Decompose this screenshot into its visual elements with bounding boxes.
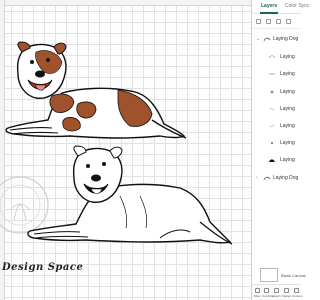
layer-thumbnail-icon <box>270 90 274 94</box>
contour-icon <box>293 288 299 293</box>
colored-dog-patch-side <box>76 101 97 119</box>
blank-canvas-swatch[interactable] <box>260 268 278 282</box>
layer-thumbnail-icon <box>269 124 275 128</box>
delete-icon[interactable] <box>286 19 291 24</box>
combine-icon <box>263 288 269 293</box>
outline-dog-body <box>27 183 232 244</box>
layer-label: Laying Dog <box>273 175 299 181</box>
layer-row[interactable]: Laying <box>252 154 301 166</box>
colored-dog-patch-rump <box>62 117 81 132</box>
contour-label: Contour <box>292 294 303 298</box>
layer-row[interactable]: Laying <box>252 120 301 132</box>
slice-button[interactable]: Slice <box>253 288 261 298</box>
group-icon[interactable] <box>256 19 261 24</box>
flatten-icon <box>283 288 289 293</box>
layer-label: Laying Dog <box>273 36 299 42</box>
flatten-button[interactable]: Flatten <box>282 288 292 298</box>
duplicate-icon[interactable] <box>276 19 281 24</box>
attach-icon <box>273 288 279 293</box>
layer-actions-bar: Slice Combine Attach Flatten Contour <box>252 284 303 300</box>
active-tab-indicator <box>260 12 278 14</box>
colored-dog-left-eye <box>30 60 34 64</box>
combine-label: Combine <box>262 294 275 298</box>
combine-button[interactable]: Combine <box>262 288 275 298</box>
slice-icon <box>254 288 260 293</box>
tab-layers[interactable]: Layers <box>261 3 277 9</box>
layer-thumbnail-icon <box>269 159 275 162</box>
chevron-down-icon[interactable]: ⌄ <box>256 36 260 42</box>
attach-label: Attach <box>272 294 281 298</box>
chevron-right-icon[interactable]: › <box>256 175 258 181</box>
outline-dog-left-eye <box>86 164 90 168</box>
layers-toolbar <box>252 15 301 29</box>
flatten-label: Flatten <box>282 294 292 298</box>
layer-row[interactable]: Laying <box>252 51 301 63</box>
outline-dog-nose <box>91 174 101 182</box>
outline-laying-dog[interactable] <box>27 145 233 245</box>
attach-button[interactable]: Attach <box>272 288 281 298</box>
group-thumbnail-icon <box>263 37 271 42</box>
layer-row[interactable]: Laying <box>252 137 301 149</box>
layer-label: Laying <box>280 123 295 129</box>
colored-dog-nose <box>35 70 45 78</box>
layer-row[interactable]: Laying <box>252 103 301 115</box>
design-canvas[interactable]: Design Space <box>0 0 251 300</box>
contour-button[interactable]: Contour <box>292 288 303 298</box>
colored-laying-dog[interactable] <box>5 41 187 139</box>
ungroup-icon[interactable] <box>266 19 271 24</box>
colored-dog-right-eye <box>46 58 50 62</box>
layer-row[interactable]: Laying <box>252 68 301 80</box>
layer-label: Laying <box>280 140 295 146</box>
layers-panel: Layers Color Sync ⌄ Laying Dog Laying La… <box>251 0 309 300</box>
layer-row[interactable]: Laying <box>252 86 301 98</box>
layer-label: Laying <box>280 54 295 60</box>
layer-group-row[interactable]: › Laying Dog <box>252 172 301 184</box>
layer-label: Laying <box>280 71 295 77</box>
layer-thumbnail-icon <box>268 55 276 59</box>
blank-canvas-label: Blank Canvas <box>281 273 306 278</box>
layer-thumbnail-icon <box>269 73 275 75</box>
panel-tabs: Layers Color Sync <box>252 0 309 14</box>
layer-label: Laying <box>280 89 295 95</box>
layer-label: Laying <box>280 106 295 112</box>
layer-thumbnail-icon <box>269 107 275 111</box>
layer-thumbnail-icon <box>271 142 273 144</box>
outline-dog-right-eye <box>102 162 106 166</box>
layer-label: Laying <box>280 157 295 163</box>
layer-group-row[interactable]: ⌄ Laying Dog <box>252 33 301 45</box>
group-thumbnail-icon <box>263 176 271 181</box>
tab-color-sync[interactable]: Color Sync <box>285 3 309 9</box>
slice-label: Slice <box>253 294 261 298</box>
watermark-text: Design Space <box>2 262 84 273</box>
